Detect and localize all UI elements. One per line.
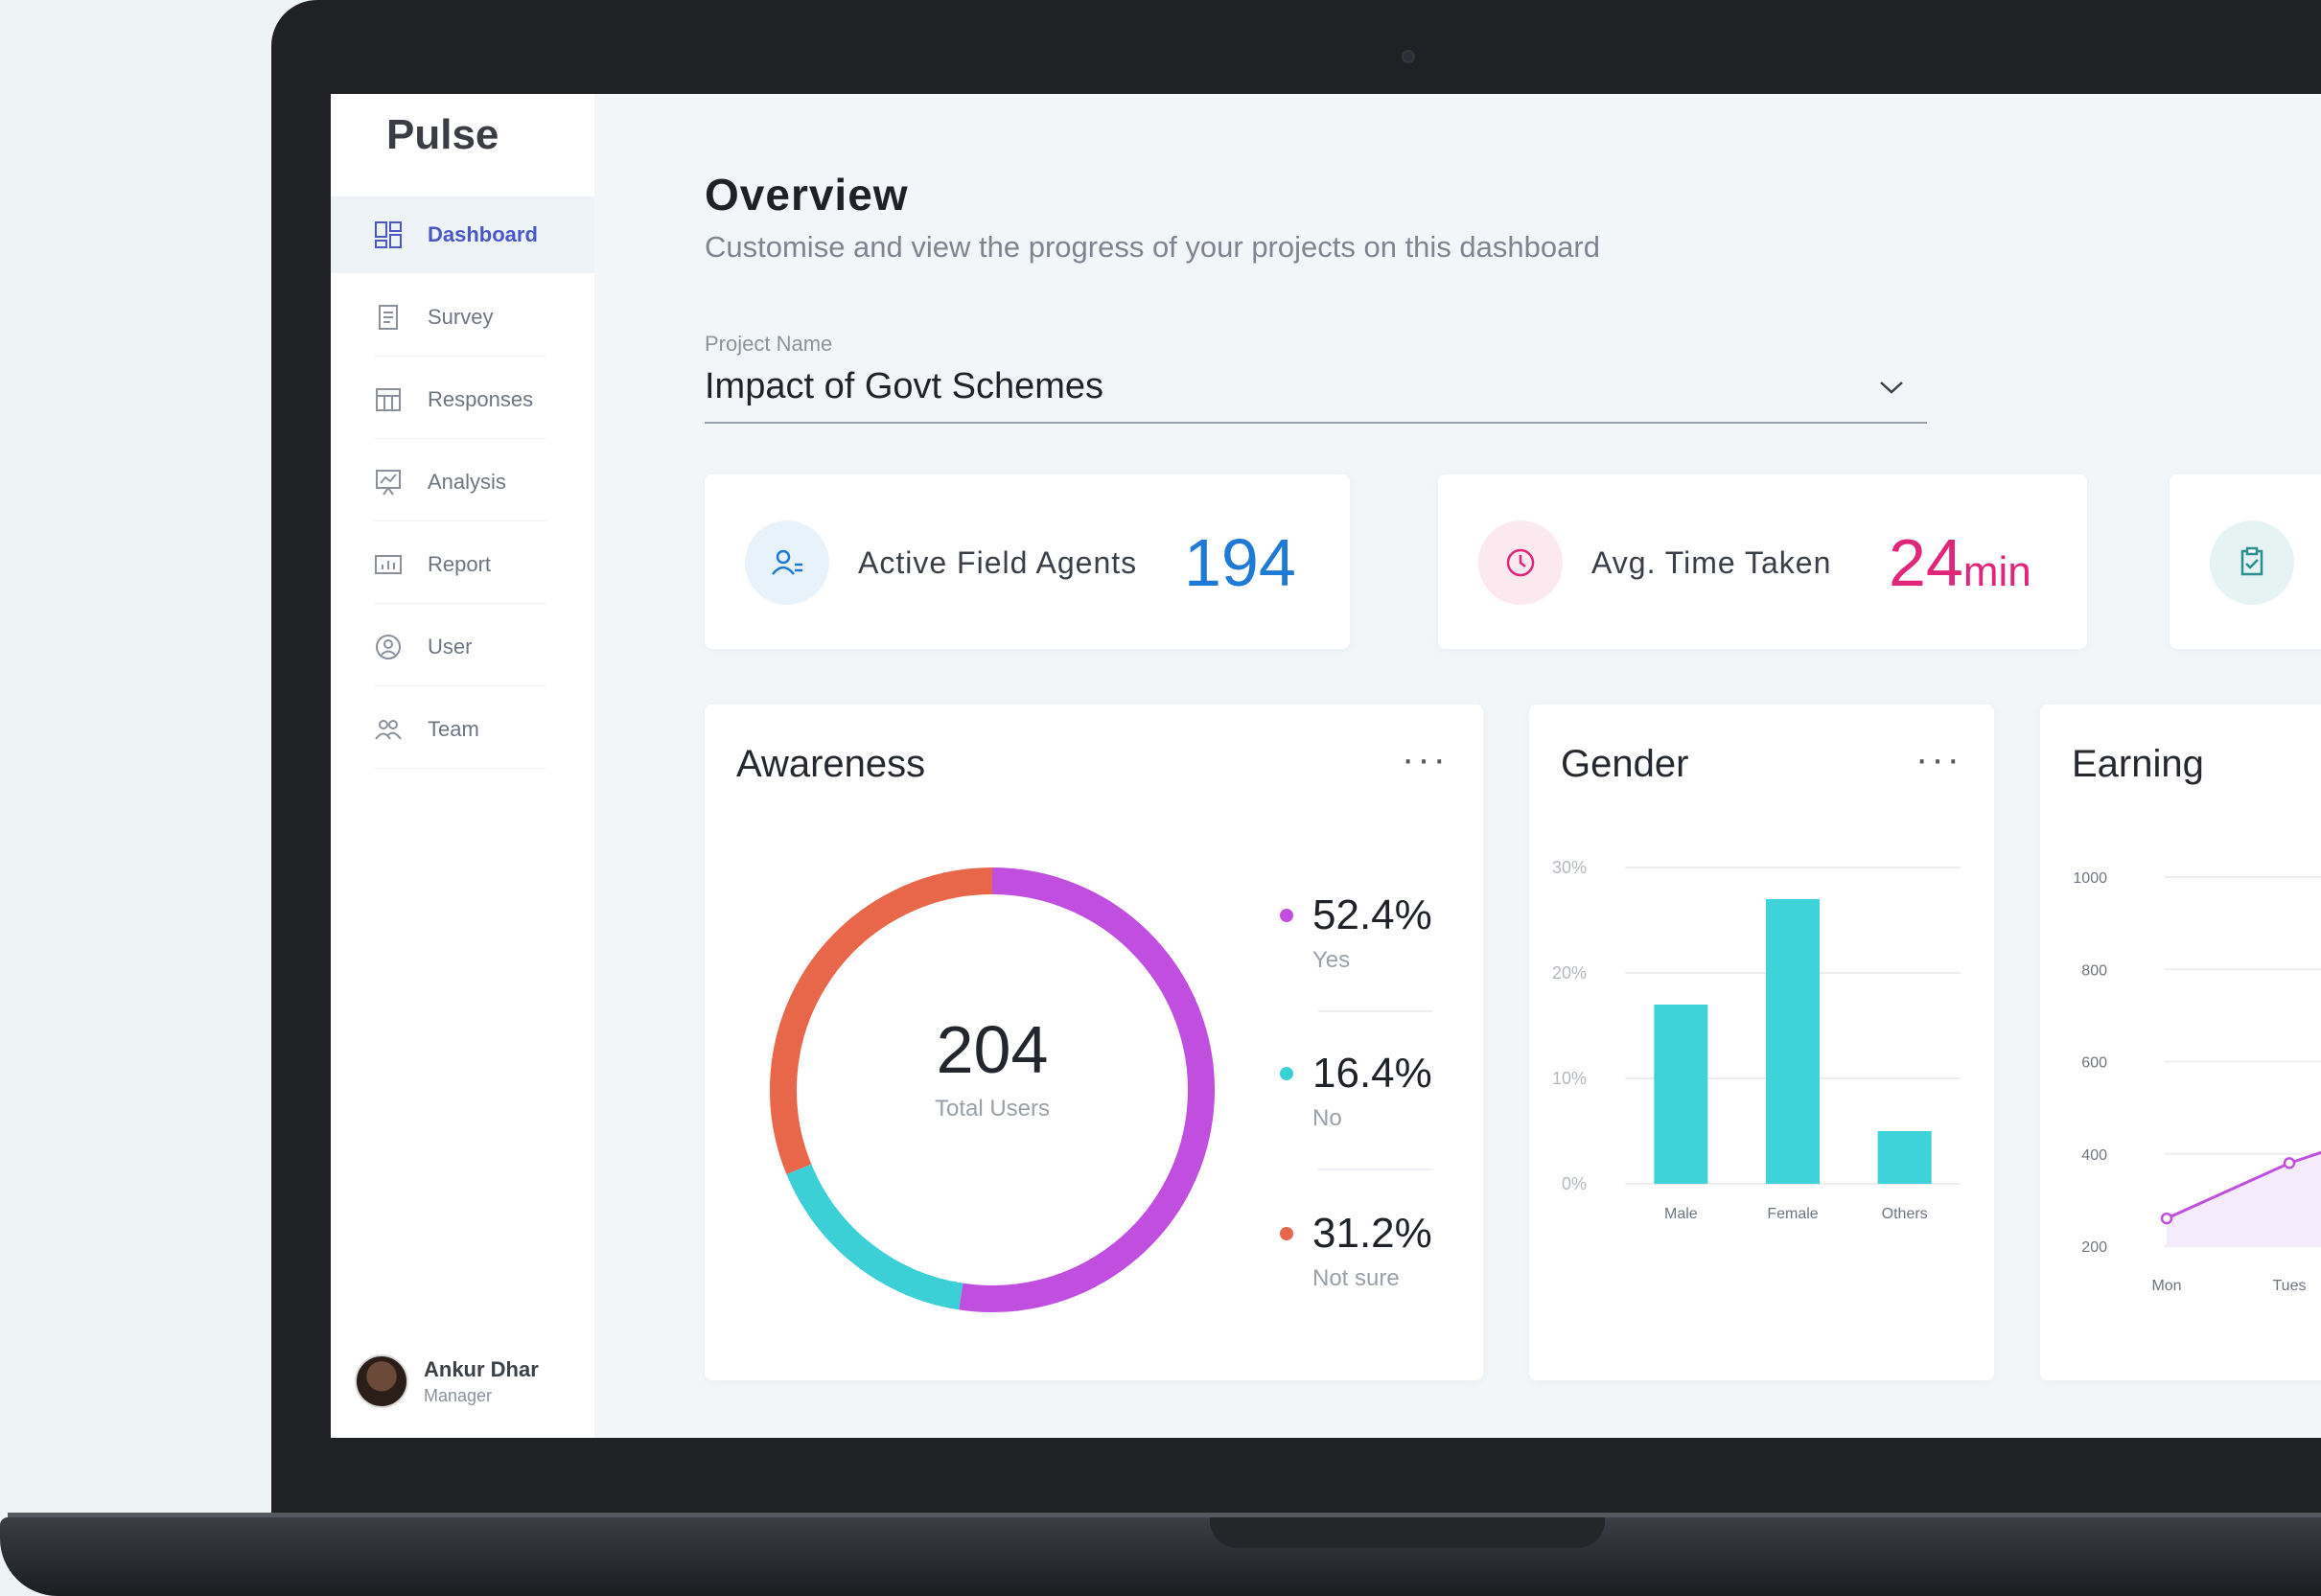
sidebar-item-analysis[interactable]: Analysis bbox=[331, 444, 594, 520]
data-point bbox=[2283, 1157, 2296, 1169]
sidebar-item-team[interactable]: Team bbox=[331, 691, 594, 768]
sidebar: Pulse Dashboard Survey Responses Analysi… bbox=[331, 94, 594, 1438]
sidebar-item-label: Team bbox=[428, 717, 479, 741]
nav-divider bbox=[374, 603, 546, 604]
sidebar-item-label: Dashboard bbox=[428, 222, 538, 246]
nav-divider bbox=[374, 685, 546, 686]
brand-logo: Pulse bbox=[386, 111, 499, 158]
stat-number: 24 bbox=[1889, 525, 1963, 600]
bar-male bbox=[1654, 1005, 1708, 1184]
y-tick-label: 20% bbox=[1552, 963, 1587, 983]
stat-value: 194 bbox=[1184, 525, 1296, 600]
donut-slice-yes bbox=[959, 867, 1215, 1312]
project-select[interactable]: Impact of Govt Schemes bbox=[705, 366, 1927, 424]
agents-icon bbox=[745, 520, 829, 605]
analysis-icon bbox=[374, 468, 403, 497]
earning-line-chart: 200 400 600 800 1000 Mon Tues bbox=[2073, 870, 2321, 1294]
project-value: Impact of Govt Schemes bbox=[705, 366, 1104, 406]
stat-label: Active Field Agents bbox=[858, 545, 1138, 580]
user-profile[interactable]: Ankur Dhar Manager bbox=[355, 1354, 539, 1408]
stat-card-field-agents: Active Field Agents 194 bbox=[705, 474, 1350, 649]
x-tick-label: Others bbox=[1882, 1206, 1928, 1222]
team-icon bbox=[374, 715, 403, 744]
awareness-panel: Awareness ··· 204 Total Users 52.4% Yes … bbox=[705, 705, 1483, 1380]
camera-icon bbox=[1402, 50, 1415, 63]
profile-name: Ankur Dhar bbox=[424, 1356, 539, 1381]
app-screen: Pulse Dashboard Survey Responses Analysi… bbox=[331, 94, 2321, 1438]
page-subtitle: Customise and view the progress of your … bbox=[705, 230, 1600, 264]
stat-card-partial bbox=[2170, 474, 2321, 649]
earning-panel: Earning 200 400 600 800 1000 Mon Tues bbox=[2040, 705, 2321, 1380]
legend-dot bbox=[1280, 909, 1293, 922]
sidebar-item-dashboard[interactable]: Dashboard bbox=[331, 197, 594, 273]
legend-percent: 52.4% bbox=[1312, 891, 1432, 938]
y-tick-label: 1000 bbox=[2073, 870, 2107, 887]
gender-panel: Gender ··· 0% 10% 20% 30% Male Female Others bbox=[1529, 705, 1994, 1380]
report-icon bbox=[374, 550, 403, 579]
profile-role: Manager bbox=[424, 1385, 493, 1405]
sidebar-item-report[interactable]: Report bbox=[331, 526, 594, 603]
x-tick-label: Tues bbox=[2273, 1278, 2307, 1294]
stat-unit: min bbox=[1962, 548, 2031, 595]
sidebar-item-survey[interactable]: Survey bbox=[331, 279, 594, 356]
legend-divider bbox=[1318, 1010, 1433, 1012]
y-tick-label: 30% bbox=[1552, 858, 1587, 877]
legend-dot bbox=[1280, 1067, 1293, 1080]
sidebar-item-label: User bbox=[428, 635, 473, 659]
project-label: Project Name bbox=[705, 332, 833, 356]
nav-divider bbox=[374, 356, 546, 357]
y-tick-label: 800 bbox=[2081, 962, 2107, 979]
stat-value: 24min bbox=[1889, 524, 2031, 601]
x-tick-label: Mon bbox=[2151, 1278, 2181, 1294]
y-tick-label: 200 bbox=[2081, 1239, 2107, 1256]
sidebar-item-label: Report bbox=[428, 552, 492, 576]
gender-bar-chart: 0% 10% 20% 30% Male Female Others bbox=[1552, 858, 1961, 1222]
sidebar-item-label: Analysis bbox=[428, 470, 506, 494]
y-tick-label: 10% bbox=[1552, 1069, 1587, 1088]
clipboard-icon bbox=[374, 303, 403, 332]
legend-label: Not sure bbox=[1312, 1265, 1400, 1291]
laptop-notch bbox=[1210, 1517, 1605, 1548]
donut-slice-no bbox=[786, 1164, 963, 1310]
legend-percent: 31.2% bbox=[1312, 1210, 1432, 1257]
clipboard-check-icon bbox=[2210, 520, 2294, 605]
x-tick-label: Male bbox=[1664, 1206, 1698, 1222]
bar-female bbox=[1766, 899, 1820, 1184]
avatar bbox=[355, 1354, 408, 1408]
legend-label: No bbox=[1312, 1105, 1342, 1131]
legend-divider bbox=[1318, 1168, 1433, 1170]
sidebar-item-user[interactable]: User bbox=[331, 609, 594, 685]
x-tick-label: Female bbox=[1767, 1206, 1818, 1222]
y-tick-label: 600 bbox=[2081, 1055, 2107, 1072]
total-users-label: Total Users bbox=[934, 1096, 1051, 1122]
more-options-icon[interactable]: ··· bbox=[1402, 740, 1449, 778]
chevron-down-icon[interactable] bbox=[1877, 378, 1906, 402]
responses-icon bbox=[374, 385, 403, 414]
page-title: Overview bbox=[705, 170, 909, 220]
nav-divider bbox=[374, 768, 546, 769]
sidebar-item-responses[interactable]: Responses bbox=[331, 361, 594, 438]
nav-divider bbox=[374, 438, 546, 439]
laptop-base bbox=[0, 1517, 2321, 1596]
user-icon bbox=[374, 633, 403, 661]
stat-card-avg-time: Avg. Time Taken 24min bbox=[1438, 474, 2087, 649]
nav-divider bbox=[374, 520, 546, 521]
bar-others bbox=[1877, 1131, 1932, 1184]
legend-percent: 16.4% bbox=[1312, 1050, 1432, 1097]
data-point bbox=[2160, 1212, 2173, 1225]
y-tick-label: 400 bbox=[2081, 1147, 2107, 1164]
dashboard-icon bbox=[374, 220, 403, 249]
legend-label: Yes bbox=[1312, 947, 1351, 973]
sidebar-item-label: Survey bbox=[428, 305, 494, 329]
clock-icon bbox=[1478, 520, 1563, 605]
total-users-value: 204 bbox=[936, 1012, 1049, 1087]
stat-label: Avg. Time Taken bbox=[1591, 545, 1832, 580]
legend-dot bbox=[1280, 1227, 1293, 1240]
y-tick-label: 0% bbox=[1562, 1174, 1587, 1193]
sidebar-item-label: Responses bbox=[428, 387, 534, 411]
